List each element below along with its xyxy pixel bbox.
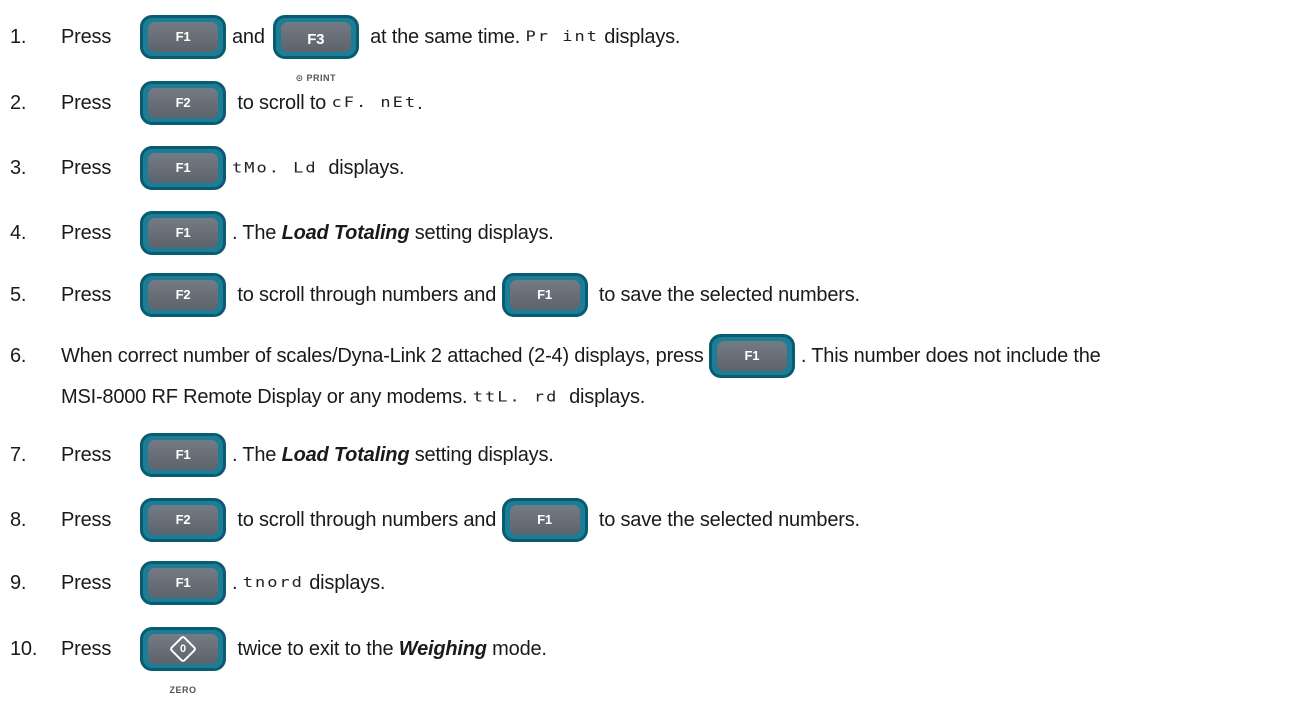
step-9: 9. Press F1 . tnord displays. <box>0 560 1305 606</box>
step-text: and <box>232 26 265 48</box>
step-number: 10. <box>10 638 38 660</box>
f2-key[interactable]: F2 <box>140 498 226 542</box>
step-text: to scroll through numbers and <box>232 284 502 306</box>
step-text: When correct number of scales/Dyna-Link … <box>61 345 709 367</box>
setting-name: Load Totaling <box>281 444 410 466</box>
step-text: to scroll to <box>232 92 332 114</box>
f1-key[interactable]: F1 <box>140 211 226 255</box>
step-7: 7. Press F1 . The Load Totaling setting … <box>0 432 1305 478</box>
step-text: at the same time. <box>364 26 526 48</box>
press-text: Press <box>61 284 112 306</box>
step-8: 8. Press F2 to scroll through numbers an… <box>0 497 1305 543</box>
step-text: displays. <box>598 26 681 48</box>
step-5: 5. Press F2 to scroll through numbers an… <box>0 272 1305 318</box>
f1-key[interactable]: F1 <box>501 273 588 317</box>
press-text: Press <box>61 509 112 531</box>
step-text: displays. <box>303 572 386 594</box>
zero-icon: 0 <box>168 634 198 664</box>
display-readout: Pr int <box>525 28 599 46</box>
f1-key[interactable]: F1 <box>140 146 226 190</box>
f1-key[interactable]: F1 <box>708 334 795 378</box>
step-number: 7. <box>10 444 27 466</box>
step-number: 3. <box>10 157 27 179</box>
step-6: 6. When correct number of scales/Dyna-Li… <box>0 333 1305 379</box>
step-number: 4. <box>10 222 27 244</box>
f2-key[interactable]: F2 <box>140 273 226 317</box>
step-text: setting displays. <box>409 444 554 466</box>
step-number: 6. <box>10 345 27 367</box>
step-number: 1. <box>10 26 27 48</box>
press-text: Press <box>61 572 112 594</box>
press-text: Press <box>61 222 112 244</box>
step-text: displays. <box>558 386 646 408</box>
f1-key[interactable]: F1 <box>501 498 588 542</box>
step-1: 1. Press F1 and F3 ⊙ PRINT at the same t… <box>0 14 1305 83</box>
step-2: 2. Press F2 to scroll to cF. nEt . <box>0 80 1305 126</box>
step-10: 10. Press 0 ZERO twice to exit to the We… <box>0 626 1305 695</box>
step-number: 5. <box>10 284 27 306</box>
step-text: . The <box>232 444 282 466</box>
setting-name: Load Totaling <box>281 222 410 244</box>
step-number: 9. <box>10 572 27 594</box>
step-text: setting displays. <box>409 222 554 244</box>
display-readout: tMo. Ld <box>232 159 318 177</box>
step-6-continued: MSI-8000 RF Remote Display or any modems… <box>0 382 1305 412</box>
f1-key[interactable]: F1 <box>140 433 226 477</box>
display-readout: ttL. rd <box>472 388 559 406</box>
instruction-list: 1. Press F1 and F3 ⊙ PRINT at the same t… <box>0 0 1305 723</box>
mode-name: Weighing <box>398 638 487 660</box>
step-text: . <box>232 572 243 594</box>
f3-print-key[interactable]: F3 ⊙ PRINT <box>272 15 359 83</box>
display-readout: tnord <box>242 574 304 592</box>
step-text: to save the selected numbers. <box>593 284 860 306</box>
step-number: 8. <box>10 509 27 531</box>
press-text: Press <box>61 638 112 660</box>
step-text: MSI-8000 RF Remote Display or any modems… <box>61 386 473 408</box>
step-text: . The <box>232 222 282 244</box>
step-text: mode. <box>486 638 547 660</box>
f1-key[interactable]: F1 <box>140 15 226 59</box>
step-text: displays. <box>317 157 405 179</box>
step-number: 2. <box>10 92 27 114</box>
f1-key[interactable]: F1 <box>140 561 226 605</box>
step-text: twice to exit to the <box>232 638 399 660</box>
press-text: Press <box>61 444 112 466</box>
step-3: 3. Press F1 tMo. Ld displays. <box>0 145 1305 191</box>
press-text: Press <box>61 92 112 114</box>
step-text: to scroll through numbers and <box>232 509 502 531</box>
zero-key-label: ZERO <box>169 685 197 695</box>
zero-key[interactable]: 0 ZERO <box>140 627 226 695</box>
press-text: Press <box>61 26 112 48</box>
step-text: . <box>417 92 423 114</box>
step-4: 4. Press F1 . The Load Totaling setting … <box>0 210 1305 256</box>
press-text: Press <box>61 157 112 179</box>
display-readout: cF. nEt <box>331 94 418 112</box>
step-text: . This number does not include the <box>800 345 1101 367</box>
f2-key[interactable]: F2 <box>140 81 226 125</box>
step-text: to save the selected numbers. <box>593 509 860 531</box>
